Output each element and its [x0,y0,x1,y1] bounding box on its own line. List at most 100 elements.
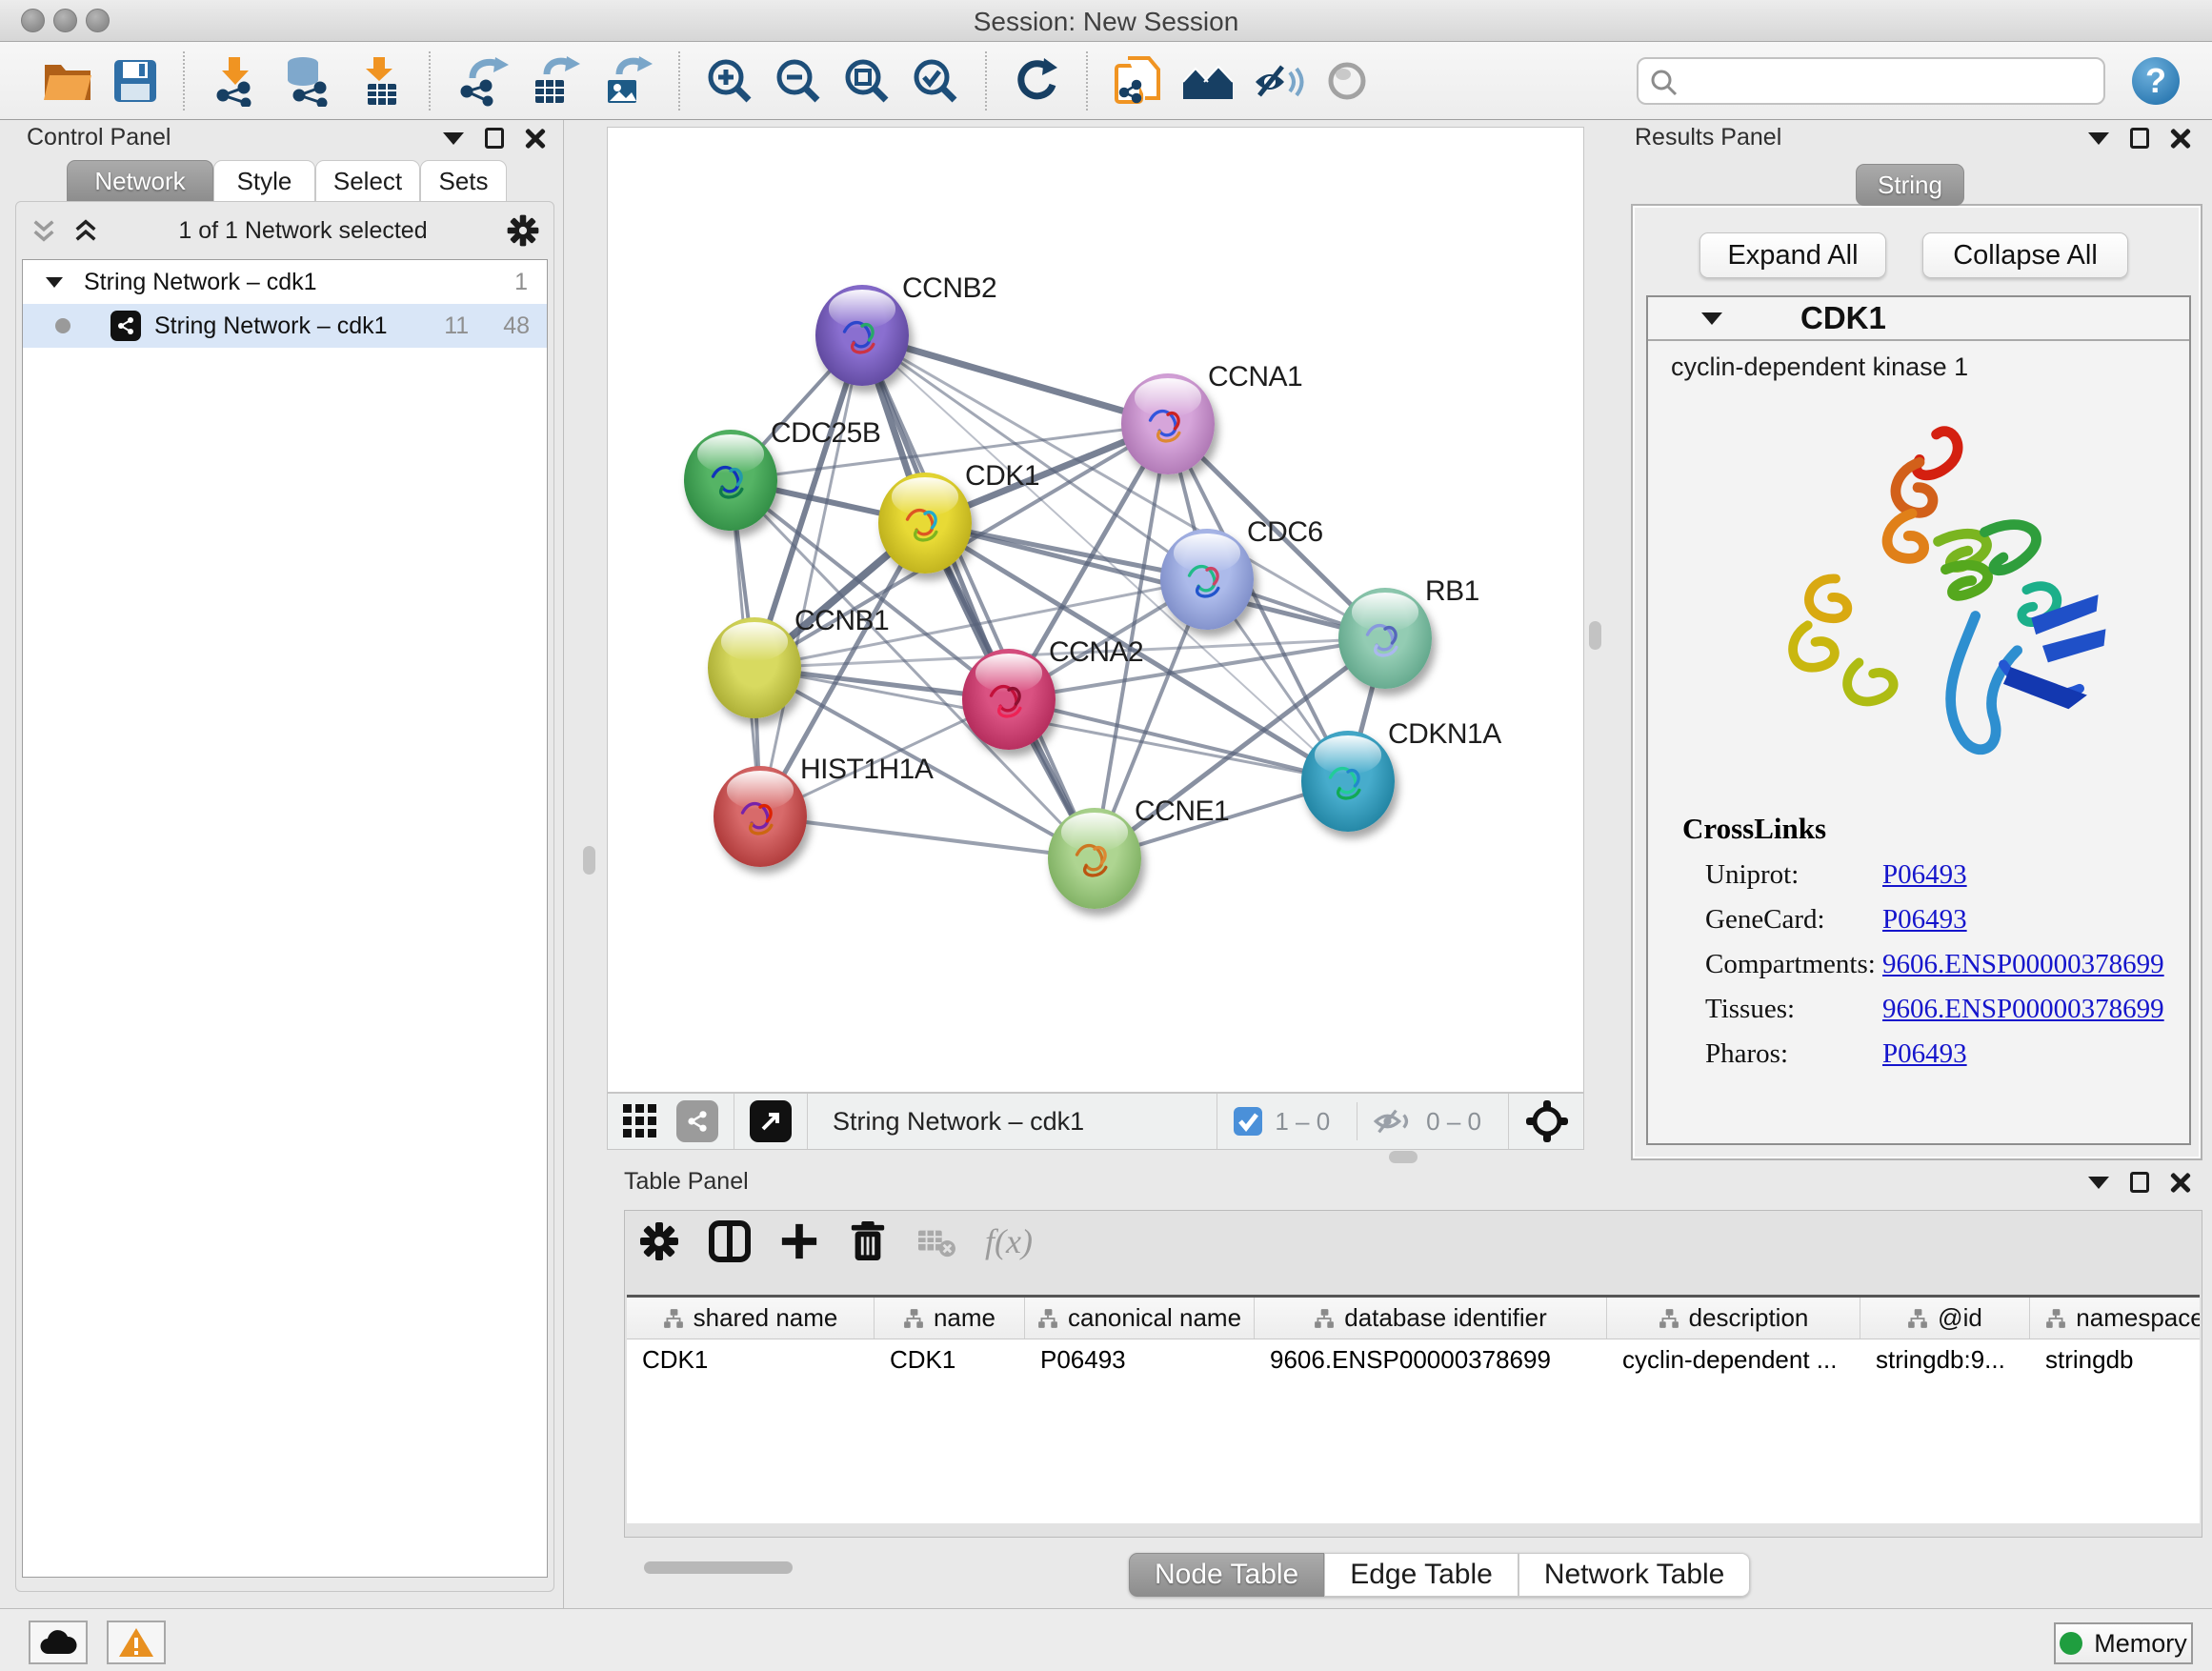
crosslink-link[interactable]: P06493 [1882,859,1967,891]
panel-close-icon[interactable] [525,128,546,149]
column-header-shared-name[interactable]: shared name [627,1298,875,1339]
network-options-gear-icon[interactable] [506,213,540,248]
memory-button[interactable]: Memory [2054,1622,2193,1664]
zoom-fit-icon[interactable] [842,54,892,108]
delete-column-icon[interactable] [848,1220,888,1262]
fit-target-icon[interactable] [1524,1098,1570,1144]
network-node-CCNE1[interactable] [1048,808,1141,909]
splitter-handle-right[interactable] [1589,621,1601,650]
selected-nodes-checkbox-icon[interactable] [1233,1106,1263,1137]
birdseye-grid-icon[interactable] [621,1102,659,1140]
import-network-database-icon[interactable] [280,54,333,108]
tab-network-table[interactable]: Network Table [1518,1553,1751,1597]
column-header-description[interactable]: description [1607,1298,1860,1339]
table-cell[interactable]: cyclin-dependent ... [1607,1339,1860,1379]
splitter-handle-bottom[interactable] [1389,1151,1418,1163]
table-cell[interactable]: CDK1 [627,1339,875,1379]
network-node-HIST1H1A[interactable] [714,766,807,867]
network-node-CDC25B[interactable] [684,430,777,531]
tab-string[interactable]: String [1856,164,1964,206]
warnings-button[interactable] [107,1621,166,1664]
panel-float-icon[interactable] [2130,128,2149,149]
tree-expand-icon[interactable] [46,277,63,288]
network-share-icon[interactable] [676,1100,718,1142]
crosslink-link[interactable]: P06493 [1882,904,1967,936]
network-node-CCNA2[interactable] [962,649,1056,750]
export-image-icon[interactable] [600,54,654,108]
node-label-CCNB1: CCNB1 [794,605,889,637]
splitter-handle-left[interactable] [583,846,595,875]
export-network-icon[interactable] [455,54,509,108]
network-node-CCNA1[interactable] [1121,373,1215,474]
crosslinks-section: CrossLinks Uniprot: P06493 GeneCard: P06… [1648,812,2189,1083]
help-icon[interactable]: ? [2132,57,2180,105]
panel-close-icon[interactable] [2170,128,2191,149]
table-cell[interactable]: stringdb:9... [1860,1339,2030,1379]
automation-cloud-button[interactable] [29,1621,88,1664]
show-columns-icon[interactable] [709,1220,751,1262]
table-cell[interactable]: CDK1 [875,1339,1025,1379]
search-input[interactable] [1688,61,2088,99]
gene-card-header[interactable]: CDK1 [1648,297,2189,341]
clone-network-icon[interactable] [1113,54,1162,108]
zoom-selected-icon[interactable] [911,54,960,108]
node-table[interactable]: shared namenamecanonical namedatabase id… [627,1295,2200,1523]
collapse-all-button[interactable]: Collapse All [1922,232,2128,278]
open-in-window-icon[interactable] [750,1100,792,1142]
network-collection-row[interactable]: String Network – cdk1 1 [23,260,547,304]
column-header-namespace[interactable]: namespace [2030,1298,2200,1339]
network-canvas[interactable]: CCNB2CCNA1CDC25BCDK1CDC6RB1CCNB1CCNA2CDK… [607,127,1584,1093]
show-hidden-icon[interactable] [1324,54,1370,108]
zoom-in-icon[interactable] [705,54,754,108]
panel-float-icon[interactable] [485,128,504,149]
panel-menu-icon[interactable] [443,132,464,145]
collapse-all-networks-icon[interactable] [30,217,58,244]
zoom-out-icon[interactable] [774,54,823,108]
panel-close-icon[interactable] [2170,1172,2191,1193]
tab-network[interactable]: Network [67,160,213,202]
network-node-CDK1[interactable] [878,473,972,574]
table-options-gear-icon[interactable] [638,1220,680,1262]
expand-all-networks-icon[interactable] [71,217,100,244]
network-node-CDC6[interactable] [1160,529,1254,630]
gene-collapse-icon[interactable] [1701,312,1722,325]
export-table-icon[interactable] [528,54,581,108]
column-header-name[interactable]: name [875,1298,1025,1339]
import-network-file-icon[interactable] [210,54,261,108]
crosslink-link[interactable]: P06493 [1882,1038,1967,1070]
column-header--id[interactable]: @id [1860,1298,2030,1339]
crosslink-link[interactable]: 9606.ENSP00000378699 [1882,994,2164,1025]
import-table-icon[interactable] [352,54,404,108]
network-node-CCNB1[interactable] [708,617,801,718]
save-session-icon[interactable] [112,54,158,108]
column-header-canonical-name[interactable]: canonical name [1025,1298,1255,1339]
network-node-RB1[interactable] [1338,588,1432,689]
crosslink-label: Tissues: [1705,994,1882,1025]
column-header-database-identifier[interactable]: database identifier [1255,1298,1607,1339]
crosslink-link[interactable]: 9606.ENSP00000378699 [1882,949,2164,980]
table-cell[interactable]: 9606.ENSP00000378699 [1255,1339,1607,1379]
create-column-icon[interactable] [779,1221,819,1261]
tab-edge-table[interactable]: Edge Table [1324,1553,1518,1597]
panel-menu-icon[interactable] [2088,1177,2109,1189]
tab-select[interactable]: Select [315,160,420,202]
tab-sets[interactable]: Sets [420,160,507,202]
network-node-CCNB2[interactable] [815,285,909,386]
panel-float-icon[interactable] [2130,1172,2149,1193]
panel-menu-icon[interactable] [2088,132,2109,145]
show-all-levels-icon[interactable] [1181,54,1235,108]
table-row[interactable]: CDK1CDK1P064939606.ENSP00000378699cyclin… [627,1339,2200,1379]
hide-selected-icon[interactable] [1254,54,1305,108]
open-session-icon[interactable] [42,54,93,108]
refresh-icon[interactable] [1012,54,1061,108]
node-label-CDK1: CDK1 [965,460,1039,493]
tab-node-table[interactable]: Node Table [1129,1553,1324,1597]
table-cell[interactable]: stringdb [2030,1339,2200,1379]
table-horizontal-scrollbar[interactable] [644,1561,793,1574]
network-row-selected[interactable]: String Network – cdk1 11 48 [23,304,547,348]
table-cell[interactable]: P06493 [1025,1339,1255,1379]
cytoscape-window: Session: New Session [0,0,2212,1671]
expand-all-button[interactable]: Expand All [1699,232,1886,278]
tab-style[interactable]: Style [213,160,315,202]
network-node-CDKN1A[interactable] [1301,731,1395,832]
